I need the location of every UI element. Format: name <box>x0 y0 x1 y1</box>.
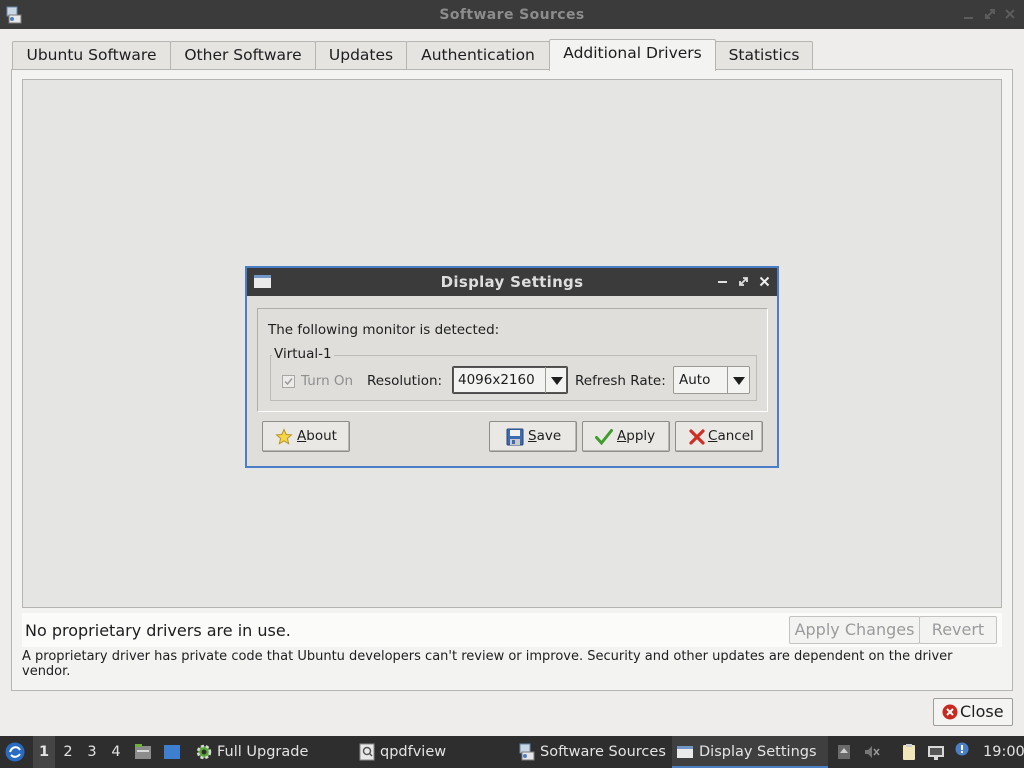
maximize-icon[interactable] <box>983 7 997 21</box>
tab-updates[interactable]: Updates <box>315 41 407 70</box>
resolution-value: 4096x2160 <box>458 372 535 388</box>
tab-statistics[interactable]: Statistics <box>715 41 813 70</box>
save-button-label: Save <box>528 428 562 444</box>
apply-changes-button[interactable]: Apply Changes <box>789 616 920 644</box>
turn-on-checkbox[interactable] <box>282 375 295 388</box>
task-software-sources[interactable]: Software Sources <box>516 736 668 768</box>
checkmark-icon <box>595 429 613 446</box>
driver-info-text: A proprietary driver has private code th… <box>22 649 953 679</box>
dialog-titlebar[interactable]: Display Settings <box>247 268 777 296</box>
task-label: Display Settings <box>699 744 817 760</box>
software-sources-icon <box>519 743 535 761</box>
minimize-icon[interactable] <box>962 7 976 21</box>
chevron-down-icon <box>545 367 567 393</box>
task-label: Software Sources <box>540 744 666 760</box>
task-label: qpdfview <box>380 744 447 760</box>
close-icon[interactable] <box>758 275 771 288</box>
workspace-3[interactable]: 3 <box>81 736 103 768</box>
detected-text: The following monitor is detected: <box>268 322 500 338</box>
start-menu-icon[interactable] <box>5 742 25 762</box>
volume-muted-icon[interactable] <box>863 743 881 761</box>
apply-button[interactable]: Apply <box>582 421 670 452</box>
refresh-rate-value: Auto <box>679 372 711 388</box>
star-icon <box>275 428 293 445</box>
tab-ubuntu-software[interactable]: Ubuntu Software <box>12 41 171 70</box>
window-title: Software Sources <box>439 7 585 23</box>
workspace-2[interactable]: 2 <box>57 736 79 768</box>
window-titlebar[interactable]: Software Sources <box>0 0 1024 29</box>
turn-on-label: Turn On <box>301 373 354 389</box>
maximize-icon[interactable] <box>737 275 750 288</box>
cancel-button-label: Cancel <box>708 428 754 444</box>
close-icon[interactable] <box>1003 7 1017 21</box>
network-icon[interactable] <box>927 743 945 761</box>
close-button-label: Close <box>960 702 1004 721</box>
dialog-title: Display Settings <box>440 273 584 291</box>
display-settings-dialog: Display Settings The following monitor i… <box>245 266 779 468</box>
tab-additional-drivers[interactable]: Additional Drivers <box>549 39 716 71</box>
tray-up-arrow-icon[interactable] <box>835 743 853 761</box>
resolution-dropdown[interactable]: 4096x2160 <box>452 366 568 394</box>
tab-authentication[interactable]: Authentication <box>406 41 550 70</box>
clock[interactable]: 19:00 <box>983 736 1024 768</box>
window-icon <box>677 746 693 758</box>
about-button[interactable]: About <box>262 421 350 452</box>
task-full-upgrade[interactable]: Full Upgrade <box>193 736 351 768</box>
chevron-down-icon <box>727 367 749 393</box>
taskbar: 1 2 3 4 Full Upgrade qpdfview Software S… <box>0 736 1024 768</box>
close-button[interactable]: Close <box>933 698 1013 726</box>
driver-status-row: No proprietary drivers are in use. Apply… <box>22 613 1002 647</box>
about-button-label: About <box>297 428 337 444</box>
driver-status-text: No proprietary drivers are in use. <box>25 621 291 640</box>
clipboard-icon[interactable] <box>900 743 918 761</box>
file-manager-icon[interactable] <box>134 743 152 761</box>
task-qpdfview[interactable]: qpdfview <box>356 736 511 768</box>
revert-button[interactable]: Revert <box>919 616 997 644</box>
refresh-rate-dropdown[interactable]: Auto <box>673 366 750 394</box>
apply-button-label: Apply <box>617 428 656 444</box>
monitor-name: Virtual-1 <box>272 346 334 362</box>
update-notifier-icon[interactable] <box>953 741 971 759</box>
gear-icon <box>196 744 212 760</box>
workspace-1[interactable]: 1 <box>33 736 55 768</box>
task-label: Full Upgrade <box>217 744 309 760</box>
save-button[interactable]: Save <box>489 421 577 452</box>
cancel-x-icon <box>689 429 705 445</box>
cancel-button[interactable]: Cancel <box>675 421 763 452</box>
task-display-settings[interactable]: Display Settings <box>672 736 828 768</box>
close-circle-icon <box>942 704 958 720</box>
refresh-rate-label: Refresh Rate: <box>575 373 666 389</box>
floppy-disk-icon <box>506 428 524 446</box>
minimize-icon[interactable] <box>716 275 729 288</box>
checkmark-icon <box>284 378 293 386</box>
desktop-icon[interactable] <box>163 743 181 761</box>
pdf-viewer-icon <box>359 743 375 761</box>
workspace-4[interactable]: 4 <box>105 736 127 768</box>
resolution-label: Resolution: <box>367 373 443 389</box>
tab-other-software[interactable]: Other Software <box>170 41 316 70</box>
